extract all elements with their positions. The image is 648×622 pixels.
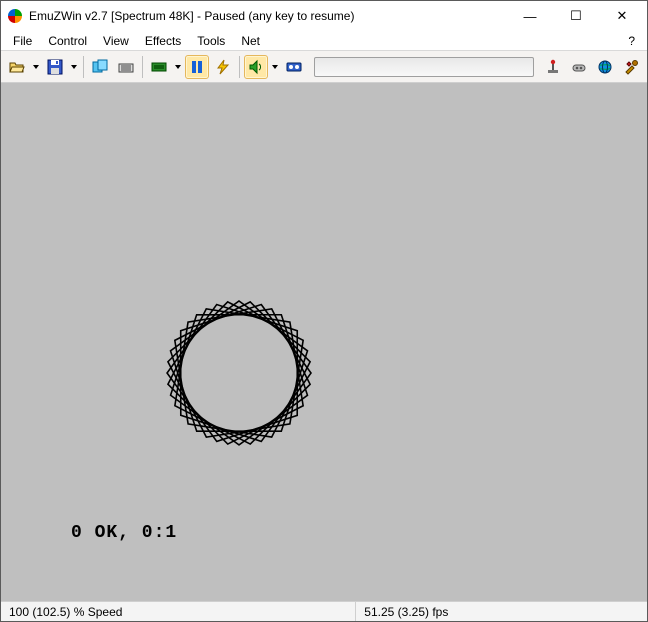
speed-button[interactable] bbox=[211, 55, 235, 79]
status-bar: 100 (102.5) % Speed 51.25 (3.25) fps bbox=[1, 601, 647, 621]
save-dropdown[interactable] bbox=[69, 55, 79, 79]
keyboard-button[interactable] bbox=[114, 55, 138, 79]
window-title: EmuZWin v2.7 [Spectrum 48K] - Paused (an… bbox=[29, 9, 354, 23]
save-button[interactable] bbox=[43, 55, 67, 79]
spectrum-status-line: 0 OK, 0:1 bbox=[71, 523, 177, 543]
toolbar bbox=[1, 51, 647, 83]
device-dropdown[interactable] bbox=[173, 55, 183, 79]
open-dropdown[interactable] bbox=[31, 55, 41, 79]
joystick-button[interactable] bbox=[541, 55, 565, 79]
copy-button[interactable] bbox=[88, 55, 112, 79]
kempston-button[interactable] bbox=[567, 55, 591, 79]
emulator-screen[interactable]: 0 OK, 0:1 bbox=[1, 83, 647, 601]
menu-net[interactable]: Net bbox=[233, 32, 268, 50]
minimize-button[interactable]: — bbox=[507, 1, 553, 31]
menu-help[interactable]: ? bbox=[628, 34, 643, 48]
menu-bar: File Control View Effects Tools Net ? bbox=[1, 31, 647, 51]
maximize-button[interactable]: ☐ bbox=[553, 1, 599, 31]
menu-file[interactable]: File bbox=[5, 32, 40, 50]
menu-view[interactable]: View bbox=[95, 32, 137, 50]
tape-button[interactable] bbox=[282, 55, 306, 79]
pause-button[interactable] bbox=[185, 55, 209, 79]
tools-button[interactable] bbox=[619, 55, 643, 79]
app-icon bbox=[7, 8, 23, 24]
window-controls: — ☐ ✕ bbox=[507, 1, 645, 31]
close-button[interactable]: ✕ bbox=[599, 1, 645, 31]
title-bar: EmuZWin v2.7 [Spectrum 48K] - Paused (an… bbox=[1, 1, 647, 31]
menu-tools[interactable]: Tools bbox=[189, 32, 233, 50]
device-button[interactable] bbox=[147, 55, 171, 79]
sound-button[interactable] bbox=[244, 55, 268, 79]
spirograph-graphic bbox=[149, 283, 329, 463]
open-button[interactable] bbox=[5, 55, 29, 79]
globe-button[interactable] bbox=[593, 55, 617, 79]
menu-effects[interactable]: Effects bbox=[137, 32, 189, 50]
status-speed: 100 (102.5) % Speed bbox=[1, 602, 356, 621]
toolbar-textbox[interactable] bbox=[314, 57, 534, 77]
sound-dropdown[interactable] bbox=[270, 55, 280, 79]
status-fps: 51.25 (3.25) fps bbox=[356, 602, 647, 621]
menu-control[interactable]: Control bbox=[40, 32, 95, 50]
